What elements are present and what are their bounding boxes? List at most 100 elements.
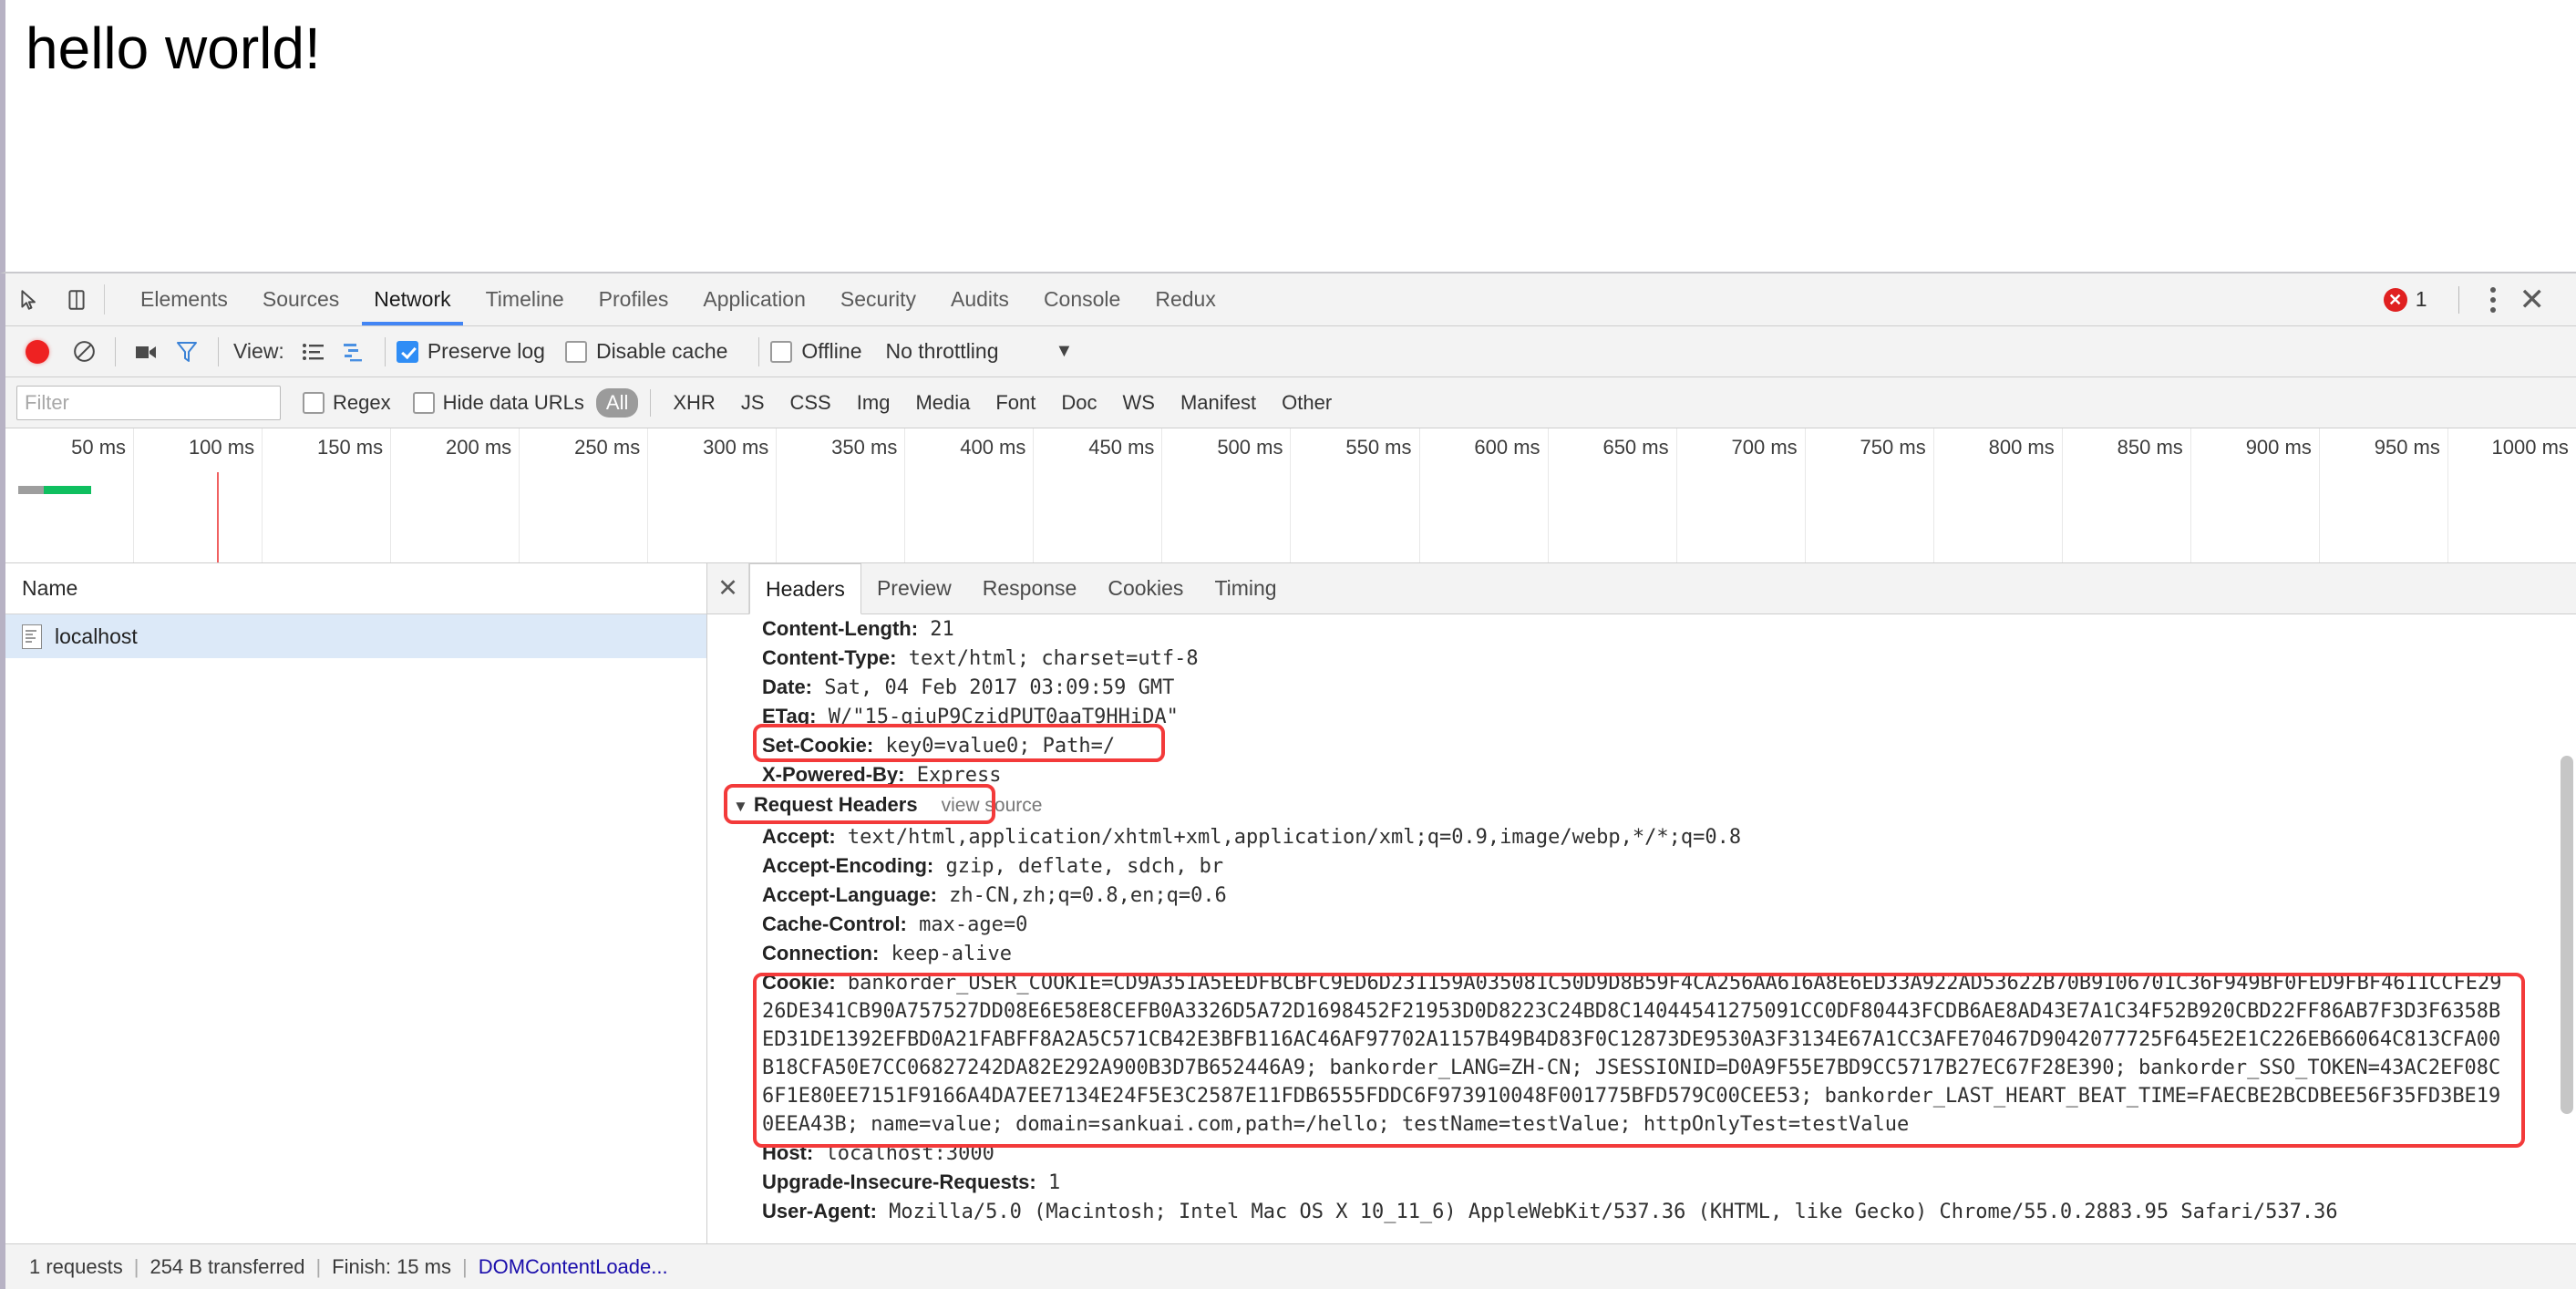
network-toolbar: View: Preserve log Disable cache Offline… [5,326,2576,377]
record-button[interactable] [26,339,49,364]
timeline-tick: 700 ms [1731,436,1798,459]
filter-pill-xhr[interactable]: XHR [663,388,725,418]
hide-data-urls-checkbox[interactable] [412,391,435,414]
header-row-set-cookie: Set-Cookie: key0=value0; Path=/ [762,734,1116,758]
clear-icon[interactable] [64,339,104,364]
filter-pill-all[interactable]: All [595,387,639,418]
network-status-bar: 1 requests | 254 B transferred | Finish:… [5,1243,2576,1289]
regex-toggle[interactable]: Regex [303,391,391,415]
header-row-accept-language: Accept-Language: zh-CN,zh;q=0.8,en;q=0.6 [762,883,1227,907]
list-view-icon[interactable] [294,342,334,362]
kebab-menu-icon[interactable] [2478,280,2509,320]
table-row[interactable]: localhost [5,614,706,658]
filter-pill-js[interactable]: JS [731,388,775,418]
header-row-connection: Connection: keep-alive [762,942,1013,965]
timeline-tick: 750 ms [1860,436,1926,459]
status-divider: | [315,1254,322,1278]
tab-cookies[interactable]: Cookies [1092,563,1199,614]
toolbar-divider [2458,285,2459,314]
timeline-tick: 850 ms [2117,436,2183,459]
headers-content[interactable]: Content-Length: 21 Content-Type: text/ht… [707,614,2576,1243]
status-divider: | [133,1254,139,1278]
chevron-down-icon[interactable]: ▼ [1056,341,1074,362]
timeline-tick: 400 ms [960,436,1026,459]
disable-cache-checkbox[interactable] [564,340,587,363]
timeline-tick: 100 ms [188,436,255,459]
page-title: hello world! [26,15,321,81]
device-toolbar-icon[interactable] [53,273,100,325]
filter-pill-other[interactable]: Other [1272,388,1342,418]
tab-response[interactable]: Response [967,563,1093,614]
close-icon[interactable]: ✕ [2509,284,2557,315]
finish-time: Finish: 15 ms [332,1254,451,1278]
disable-cache-label: Disable cache [595,339,728,363]
timeline-tick: 900 ms [2245,436,2312,459]
tab-elements[interactable]: Elements [123,273,245,325]
request-count: 1 requests [29,1254,123,1278]
vertical-scrollbar[interactable] [2561,620,2573,1238]
page-viewport: hello world! [0,0,2576,273]
toolbar-divider [650,388,652,417]
timeline-tick: 1000 ms [2491,436,2569,459]
header-row-content-length: Content-Length: 21 [762,617,954,641]
devtools-tabstrip: Elements Sources Network Timeline Profil… [5,273,2576,326]
error-count-badge[interactable]: ✕ 1 [2383,287,2427,312]
funnel-icon[interactable] [167,340,207,364]
timeline-tick: 300 ms [703,436,769,459]
tab-sources[interactable]: Sources [245,273,356,325]
tab-timeline[interactable]: Timeline [469,273,582,325]
hide-data-urls-toggle[interactable]: Hide data URLs [412,391,584,415]
request-headers-section[interactable]: ▼ Request Headers view source [707,789,2576,822]
view-source-link[interactable]: view source [942,790,1043,821]
triangle-down-icon[interactable]: ▼ [733,798,748,815]
camera-icon[interactable] [127,342,167,362]
request-rows: localhost [5,614,706,1243]
devtools-panel: Elements Sources Network Timeline Profil… [0,273,2576,1289]
timeline-tick: 150 ms [316,436,384,459]
resource-type-filters: All XHR JS CSS Img Media Font Doc WS Man… [593,387,1345,418]
waterfall-view-icon[interactable] [334,342,374,362]
preserve-log-checkbox[interactable] [396,340,418,363]
header-row-x-powered-by: X-Powered-By: Express [762,763,1002,787]
tab-preview[interactable]: Preview [861,563,967,614]
cursor-select-icon[interactable] [5,273,53,325]
tab-redux[interactable]: Redux [1138,273,1232,325]
regex-checkbox[interactable] [303,391,325,414]
devtools-tabstrip-right: ✕ 1 ✕ [2383,273,2576,325]
filter-input[interactable] [16,385,281,420]
timeline-tick: 800 ms [1988,436,2055,459]
filter-pill-media[interactable]: Media [905,388,980,418]
status-divider: | [461,1254,468,1278]
offline-checkbox[interactable] [770,340,793,363]
filter-pill-doc[interactable]: Doc [1051,388,1107,418]
tab-profiles[interactable]: Profiles [582,273,686,325]
header-row-user-agent: User-Agent: Mozilla/5.0 (Macintosh; Inte… [762,1200,2338,1223]
tab-timing[interactable]: Timing [1199,563,1292,614]
regex-label: Regex [333,390,391,414]
tab-audits[interactable]: Audits [933,273,1026,325]
filter-pill-css[interactable]: CSS [780,388,841,418]
filter-pill-font[interactable]: Font [985,388,1046,418]
tab-console[interactable]: Console [1026,273,1138,325]
toolbar-divider [218,336,219,366]
close-icon[interactable]: ✕ [707,563,749,614]
timeline-ruler: 50 ms 100 ms 150 ms 200 ms 250 ms 300 ms… [5,428,2576,562]
timeline-tick: 600 ms [1474,436,1540,459]
preserve-log-toggle[interactable]: Preserve log [396,339,545,364]
header-row-accept-encoding: Accept-Encoding: gzip, deflate, sdch, br [762,854,1224,878]
tab-security[interactable]: Security [823,273,933,325]
tab-application[interactable]: Application [685,273,823,325]
filter-pill-manifest[interactable]: Manifest [1170,388,1266,418]
dom-content-loaded-label[interactable]: DOMContentLoade... [469,1255,677,1279]
tab-headers[interactable]: Headers [749,563,861,614]
filter-pill-ws[interactable]: WS [1113,388,1165,418]
throttling-value[interactable]: No throttling [885,339,998,364]
request-list-header[interactable]: Name [5,563,706,614]
disable-cache-toggle[interactable]: Disable cache [564,339,728,364]
offline-toggle[interactable]: Offline [770,339,861,364]
tab-network[interactable]: Network [356,273,468,325]
network-overview-timeline[interactable]: 50 ms 100 ms 150 ms 200 ms 250 ms 300 ms… [5,428,2576,563]
detail-tab-list: ✕ Headers Preview Response Cookies Timin… [707,563,2576,614]
devtools-tab-list: Elements Sources Network Timeline Profil… [123,273,1233,325]
filter-pill-img[interactable]: Img [847,388,901,418]
